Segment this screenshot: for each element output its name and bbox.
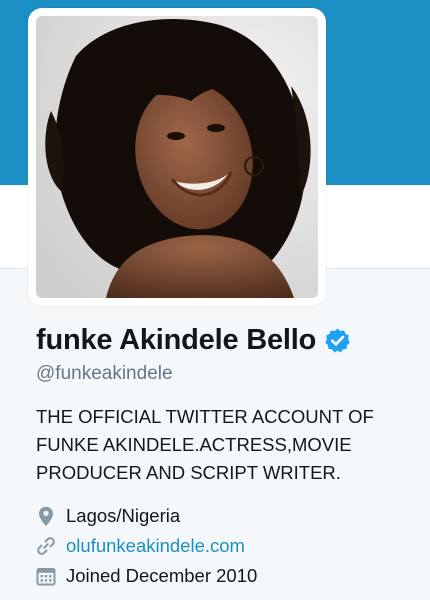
calendar-icon xyxy=(36,565,56,587)
map-pin-icon xyxy=(36,505,56,527)
profile-meta: Lagos/Nigeria olufunkeakindele.com Joine… xyxy=(36,501,426,591)
joined-date: Joined December 2010 xyxy=(66,565,258,586)
avatar-frame[interactable] xyxy=(28,8,326,306)
joined-row: Joined December 2010 xyxy=(36,561,426,591)
website-row: olufunkeakindele.com xyxy=(36,531,426,561)
location-text: Lagos/Nigeria xyxy=(66,505,181,526)
name-row: funke Akindele Bello xyxy=(36,318,426,362)
avatar-photo xyxy=(36,16,318,298)
location-row: Lagos/Nigeria xyxy=(36,501,426,531)
website-link[interactable]: olufunkeakindele.com xyxy=(66,535,245,557)
screen-name[interactable]: @funkeakindele xyxy=(36,363,426,389)
display-name[interactable]: funke Akindele Bello xyxy=(36,324,316,357)
link-icon xyxy=(36,535,56,557)
profile-avatar[interactable] xyxy=(36,16,318,298)
verified-badge-icon[interactable] xyxy=(324,327,351,354)
profile-card: funke Akindele Bello @funkeakindele THE … xyxy=(36,318,426,591)
profile-bio: THE OFFICIAL TWITTER ACCOUNT OF FUNKE AK… xyxy=(36,406,374,483)
